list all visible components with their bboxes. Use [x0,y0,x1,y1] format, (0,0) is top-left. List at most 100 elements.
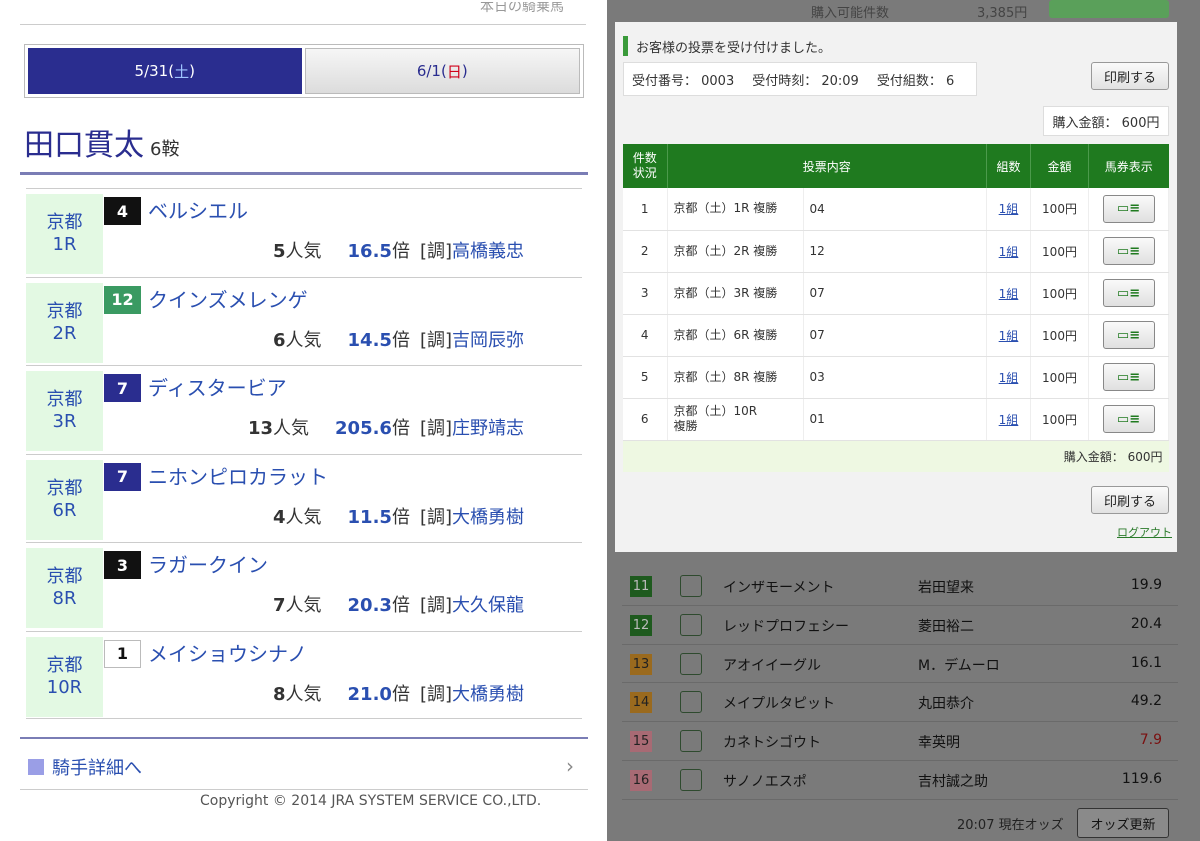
horse-name[interactable]: ラガークイン [148,549,268,578]
odds-unit: 倍 [391,506,410,528]
bet-no: 4 [623,314,668,357]
race-venue: 京都 10R [26,636,103,717]
ticket-icon[interactable]: ▭≡ [1102,279,1155,307]
trainer-name[interactable]: 大橋勇樹 [452,507,524,528]
trainer-name[interactable]: 大橋勇樹 [452,684,524,705]
horse-name[interactable]: クインズメレンゲ [148,284,308,313]
popularity-unit: 人気 [285,506,322,528]
ticket-icon[interactable]: ▭≡ [1102,321,1155,349]
trainer-name[interactable]: 高橋義忠 [452,241,524,262]
race-number: 1R [52,234,77,255]
popularity-unit: 人気 [285,241,322,262]
date-tabs: 5/31(土) 6/1(日) [24,44,584,98]
odds-row: 16 サノノエスポ 吉村誠之助 119.6 [622,761,1178,800]
race-list: 京都 1R 4 ベルシエル 5人気 16.5倍 [調]高橋義忠 京都 2R 12 クインズメレンゲ 6… [26,188,582,719]
print-button-bottom[interactable]: 印刷する [1091,486,1169,514]
popularity-rank: 5 [273,241,286,262]
select-checkbox[interactable] [680,652,702,675]
bet-sets-link[interactable]: 1組 [986,356,1031,399]
bet-amount: 100円 [1030,272,1089,315]
trainer-name[interactable]: 大久保龍 [452,595,524,616]
purchase-screen: 購入可能件数 3,385円 お客様の投票を受け付けました。 受付番号： 0003… [607,0,1200,841]
horse-name[interactable]: メイショウシナノ [148,638,307,667]
tab-date-2[interactable]: 6/1(日) [304,48,580,94]
race-row[interactable]: 京都 1R 4 ベルシエル 5人気 16.5倍 [調]高橋義忠 [26,188,582,277]
bet-sets-link[interactable]: 1組 [986,188,1031,231]
jockey-page: 本日の騎乗馬 5/31(土) 6/1(日) 田口貫太 6鞍 京都 1R 4 ベルシエル… [0,0,600,841]
horse-name[interactable]: ディスタービア [148,372,287,401]
bet-content: 01 [803,398,987,441]
select-checkbox[interactable] [680,613,702,636]
accepted-notice: お客様の投票を受け付けました。 [623,36,831,56]
today-rides-link[interactable]: 本日の騎乗馬 [480,2,564,22]
race-stats: 13人気 205.6倍 [調]庄野靖志 [248,414,524,440]
trainer-name[interactable]: 吉岡辰弥 [452,330,524,351]
col-content: 投票内容 [667,144,987,188]
jockey-detail-link[interactable]: 騎手詳細へ [28,754,142,780]
race-row[interactable]: 京都 10R 1 メイショウシナノ 8人気 21.0倍 [調]大橋勇樹 [26,630,582,719]
horse-number-badge: 13 [630,653,652,675]
bet-race: 京都（土）10R 複勝 [667,398,804,441]
ticket-icon[interactable]: ▭≡ [1102,363,1155,391]
race-venue: 京都 2R [26,282,103,363]
bet-no: 2 [623,230,668,273]
odds-value: 19.9 [1130,577,1162,593]
race-number: 6R [52,499,77,521]
bet-row: 6 京都（土）10R 複勝 01 1組 100円 ▭≡ [623,398,1169,441]
bet-sets-link[interactable]: 1組 [986,230,1031,273]
race-row[interactable]: 京都 6R 7 ニホンピロカラット 4人気 11.5倍 [調]大橋勇樹 [26,453,582,543]
col-status: 件数 状況 [623,144,668,188]
jockey-name: 田口貫太 [24,128,144,163]
bet-race: 京都（土）1R 複勝 [667,188,804,231]
select-checkbox[interactable] [680,768,702,791]
bet-sets-link[interactable]: 1組 [986,272,1031,315]
bet-amount: 100円 [1030,230,1089,273]
bet-amount: 100円 [1030,188,1089,231]
race-row[interactable]: 京都 2R 12 クインズメレンゲ 6人気 14.5倍 [調]吉岡辰弥 [26,276,582,366]
print-button-top[interactable]: 印刷する [1091,62,1169,90]
ride-count: 6鞍 [150,139,180,160]
select-checkbox[interactable] [680,575,702,597]
popularity-rank: 8 [273,683,286,705]
bet-sets-link[interactable]: 1組 [986,314,1031,357]
race-row[interactable]: 京都 3R 7 ディスタービア 13人気 205.6倍 [調]庄野靖志 [26,365,582,454]
ticket-icon[interactable]: ▭≡ [1102,405,1155,433]
odds-value: 16.5 [347,241,392,262]
horse-name[interactable]: ニホンピロカラット [148,461,328,490]
race-venue: 京都 6R [26,459,103,540]
notice-text: お客様の投票を受け付けました。 [636,40,832,56]
popularity-unit: 人気 [285,329,322,351]
select-checkbox[interactable] [680,730,702,753]
horse-name[interactable]: ベルシエル [148,195,248,224]
background-green-button [1049,0,1169,18]
odds-unit: 倍 [391,418,410,439]
ticket-icon[interactable]: ▭≡ [1102,194,1155,223]
bet-sets-link[interactable]: 1組 [986,398,1031,441]
logout-link[interactable]: ログアウト [1117,524,1172,540]
bet-table: 件数 状況 投票内容 組数 金額 馬券表示 1 京都（土）1R 複勝 04 1組 100… [623,144,1169,472]
race-number: 10R [46,676,83,698]
bet-no: 5 [623,356,668,399]
bet-race: 京都（土）3R 複勝 [667,272,804,315]
odds-value: 119.6 [1121,770,1162,787]
tab-date-1[interactable]: 5/31(土) [28,48,302,94]
select-checkbox[interactable] [680,691,702,714]
race-row[interactable]: 京都 8R 3 ラガークイン 7人気 20.3倍 [調]大久保龍 [26,542,582,631]
trainer-name[interactable]: 庄野靖志 [452,418,524,439]
bet-no: 3 [623,272,668,315]
jockey-name: 丸田恭介 [918,696,974,713]
odds-value: 21.0 [347,683,392,705]
trainer-tag: [調] [419,595,452,616]
odds-row: 11 インザモーメント 岩田望来 19.9 [622,567,1178,606]
trainer-tag: [調] [419,506,452,528]
chevron-right-icon[interactable]: › [566,754,574,778]
venue-label: 京都 [46,654,83,676]
update-odds-button[interactable]: オッズ更新 [1077,808,1169,838]
horse-name: メイプルタピット [723,696,835,713]
jockey-header: 田口貫太 6鞍 [24,120,179,164]
horse-name: インザモーメント [723,580,835,596]
bet-content: 12 [803,230,987,273]
tab-close-paren: ) [461,62,468,80]
tab-dow-label: 土 [174,62,190,81]
ticket-icon[interactable]: ▭≡ [1102,237,1155,265]
